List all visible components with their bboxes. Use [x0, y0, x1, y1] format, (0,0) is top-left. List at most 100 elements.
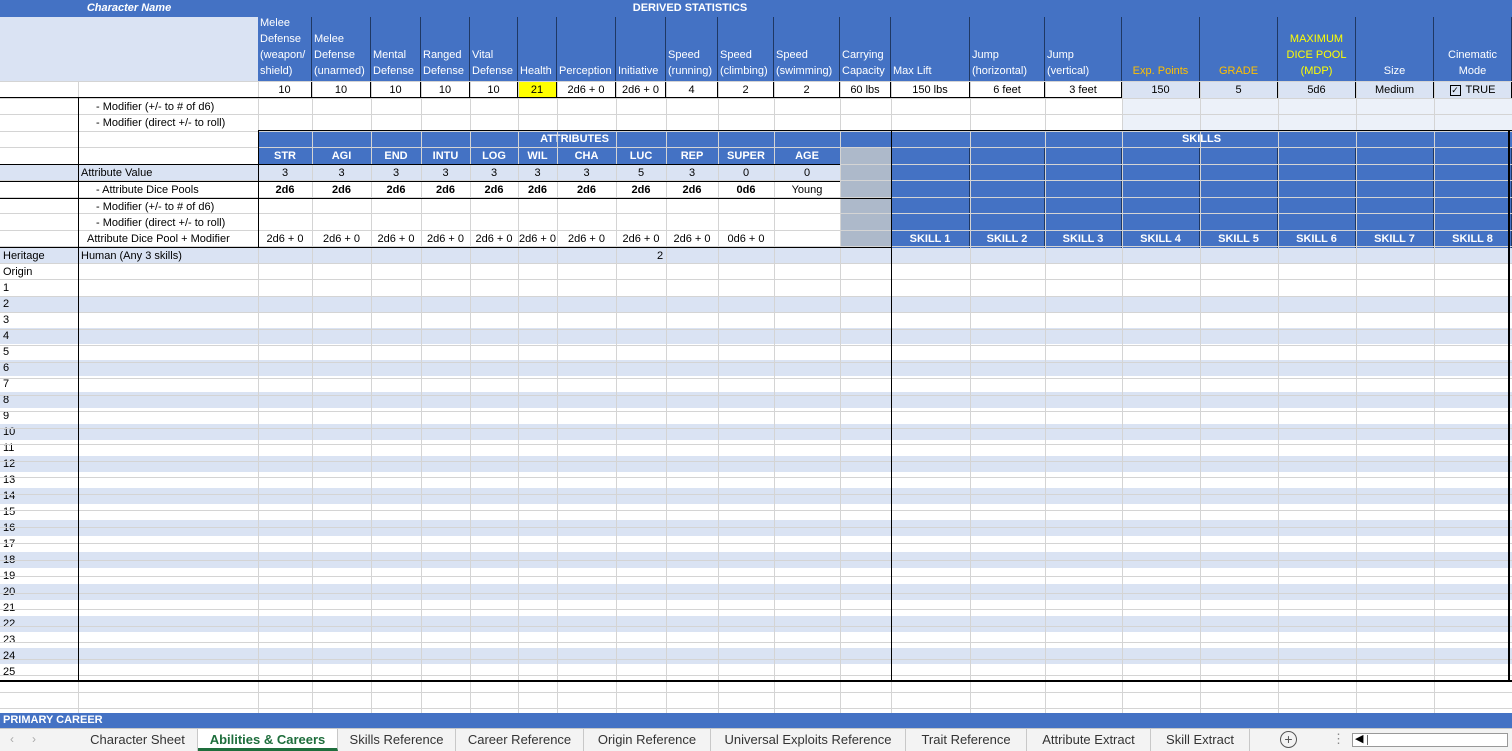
- derived-value-3[interactable]: 10: [421, 82, 470, 98]
- arrow-left-icon[interactable]: ‹: [10, 732, 14, 746]
- character-name-header[interactable]: Character Name: [0, 0, 258, 17]
- derived-value-8[interactable]: 4: [666, 82, 718, 98]
- gridline-v: [518, 81, 519, 713]
- gridline-v: [421, 81, 422, 713]
- gridline-v: [312, 81, 313, 713]
- gridline-h: [0, 98, 1512, 99]
- derived-value-9[interactable]: 2: [718, 82, 774, 98]
- gridline-v: [371, 81, 372, 713]
- sheet-tab-trait-reference[interactable]: Trait Reference: [906, 729, 1027, 751]
- gridline-h: [0, 708, 1512, 709]
- row-number-14[interactable]: 14: [3, 488, 15, 504]
- derived-value-10[interactable]: 2: [774, 82, 840, 98]
- derived-value-1[interactable]: 10: [312, 82, 371, 98]
- derived-value-0[interactable]: 10: [258, 82, 312, 98]
- gridline-h: [0, 527, 1512, 528]
- row-number-3[interactable]: 3: [3, 312, 9, 328]
- derived-value-18[interactable]: Medium: [1356, 82, 1434, 98]
- skill-header-3: SKILL 3: [1045, 148, 1122, 248]
- row-band-12: [0, 456, 1512, 472]
- row-number-22[interactable]: 22: [3, 616, 15, 632]
- spreadsheet-grid[interactable]: Character Name DERIVED STATISTICS Melee …: [0, 0, 1512, 728]
- derived-value-2[interactable]: 10: [371, 82, 421, 98]
- derived-value-15[interactable]: 150: [1122, 82, 1200, 98]
- border-mid-1: [0, 97, 1122, 98]
- skill-header-1: SKILL 1: [891, 148, 970, 248]
- sheet-tab-character-sheet[interactable]: Character Sheet: [78, 729, 198, 751]
- sheet-tab-skill-extract[interactable]: Skill Extract: [1151, 729, 1250, 751]
- row-number-16[interactable]: 16: [3, 520, 15, 536]
- derived-value-16[interactable]: 5: [1200, 82, 1278, 98]
- skill-header-2: SKILL 2: [970, 148, 1045, 248]
- gridline-h: [0, 230, 1512, 231]
- skill-header-7: SKILL 7: [1356, 148, 1434, 248]
- derived-value-12[interactable]: 150 lbs: [891, 82, 970, 98]
- scrollbar-thumb[interactable]: [1367, 735, 1368, 745]
- gridline-h: [0, 114, 1512, 115]
- row-number-21[interactable]: 21: [3, 600, 15, 616]
- row-number-20[interactable]: 20: [3, 584, 15, 600]
- row-number-4[interactable]: 4: [3, 328, 9, 344]
- attribute-name-super: SUPER: [718, 148, 774, 165]
- sheet-tab-career-reference[interactable]: Career Reference: [456, 729, 584, 751]
- row-band-4: [0, 328, 1512, 344]
- row-number-17[interactable]: 17: [3, 536, 15, 552]
- skill-header-6: SKILL 6: [1278, 148, 1356, 248]
- border-mid-5: [0, 247, 891, 248]
- gridline-h: [0, 279, 1512, 280]
- cinematic-checkbox[interactable]: ✓: [1449, 84, 1461, 96]
- primary-career-header: PRIMARY CAREER: [0, 713, 1512, 728]
- derived-value-13[interactable]: 6 feet: [970, 82, 1045, 98]
- gridline-h: [0, 477, 1512, 478]
- gridline-h: [0, 543, 1512, 544]
- sheet-tab-bar: ‹ › Character Sheet Abilities & Careers Sk…: [0, 728, 1512, 751]
- row-number-10[interactable]: 10: [3, 424, 15, 440]
- derived-value-17[interactable]: 5d6: [1278, 82, 1356, 98]
- sheet-tab-abilities-careers[interactable]: Abilities & Careers: [198, 729, 338, 751]
- border-left-col: [78, 99, 79, 681]
- derived-header-12: Max Lift: [891, 17, 970, 81]
- row-number-12[interactable]: 12: [3, 456, 15, 472]
- border-mid-4: [0, 198, 891, 199]
- sheet-tab-origin-reference[interactable]: Origin Reference: [584, 729, 711, 751]
- sheet-tab-attribute-extract[interactable]: Attribute Extract: [1027, 729, 1151, 751]
- derived-value-4[interactable]: 10: [470, 82, 518, 98]
- derived-header-6: Perception: [557, 17, 616, 81]
- derived-header-7: Initiative: [616, 17, 666, 81]
- row-number-5[interactable]: 5: [3, 344, 9, 360]
- row-number-2[interactable]: 2: [3, 296, 9, 312]
- scroll-left-icon[interactable]: ◀: [1355, 732, 1363, 745]
- gridline-v: [1356, 81, 1357, 713]
- arrow-right-icon[interactable]: ›: [32, 732, 36, 746]
- derived-value-6[interactable]: 2d6 + 0: [557, 82, 616, 98]
- gridline-v: [470, 81, 471, 713]
- row-number-15[interactable]: 15: [3, 504, 15, 520]
- row-number-13[interactable]: 13: [3, 472, 15, 488]
- gridline-h: [0, 494, 1512, 495]
- row-number-1[interactable]: 1: [3, 280, 9, 296]
- horizontal-scrollbar[interactable]: ◀: [1352, 733, 1508, 747]
- row-number-11[interactable]: 11: [3, 440, 14, 456]
- skill-header-8: SKILL 8: [1434, 148, 1512, 248]
- sheet-tab-skills-reference[interactable]: Skills Reference: [338, 729, 456, 751]
- row-number-23[interactable]: 23: [3, 632, 15, 648]
- derived-header-4: Vital Defense: [470, 17, 518, 81]
- derived-value-19[interactable]: ✓ TRUE: [1434, 82, 1512, 98]
- border-top-left: [78, 97, 79, 131]
- heritage-value[interactable]: Human (Any 3 skills): [81, 248, 182, 264]
- gridline-h: [0, 444, 1512, 445]
- border-right: [1508, 131, 1510, 681]
- derived-header-19: Cinematic Mode: [1434, 17, 1512, 81]
- derived-value-14[interactable]: 3 feet: [1045, 82, 1122, 98]
- character-name-area[interactable]: [0, 17, 258, 81]
- derived-value-7[interactable]: 2d6 + 0: [616, 82, 666, 98]
- sheet-tab-universal-exploits-reference[interactable]: Universal Exploits Reference: [711, 729, 906, 751]
- row-number-25[interactable]: 25: [3, 664, 15, 680]
- row-number-24[interactable]: 24: [3, 648, 15, 664]
- derived-value-11[interactable]: 60 lbs: [840, 82, 891, 98]
- derived-value-5[interactable]: 21: [518, 82, 557, 98]
- gridline-v: [774, 81, 775, 713]
- gridline-v: [557, 81, 558, 713]
- plus-circle-icon[interactable]: +: [1280, 731, 1297, 748]
- vertical-dots-icon[interactable]: ⋮: [1332, 731, 1345, 747]
